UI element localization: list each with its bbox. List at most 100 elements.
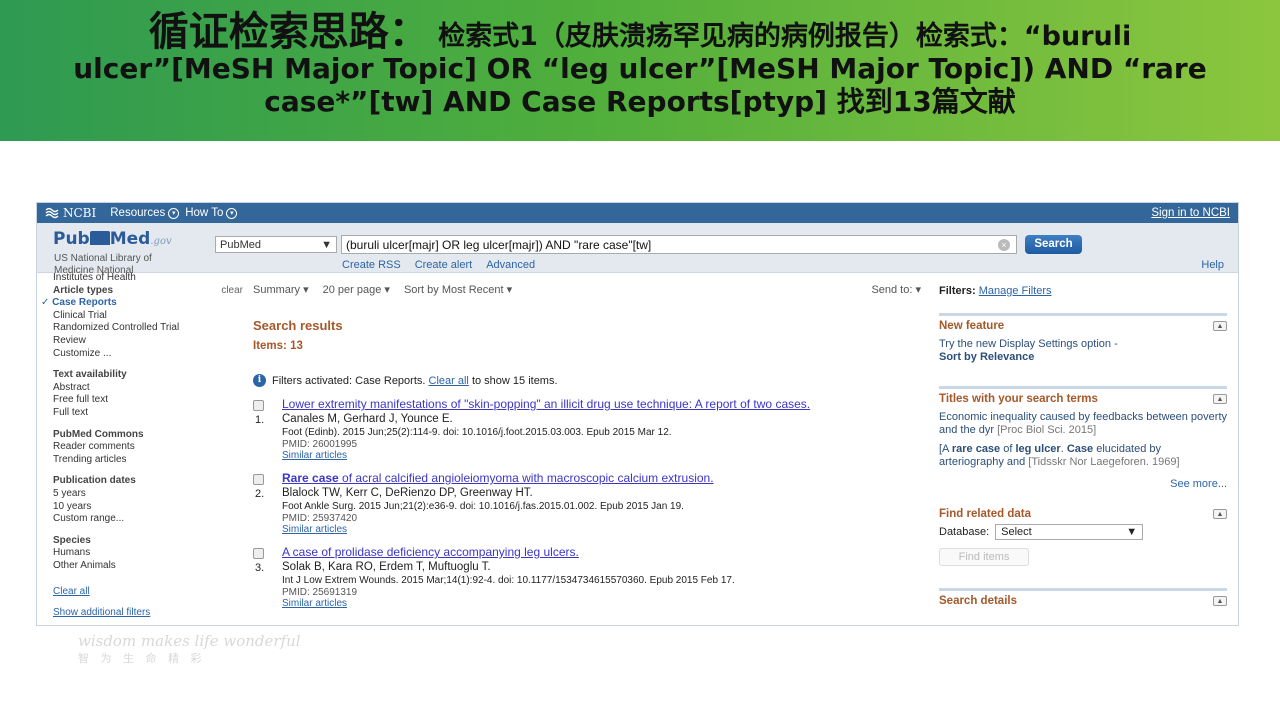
send-to-menu[interactable]: Send to: ▾	[871, 283, 921, 296]
manage-filters-link[interactable]: Manage Filters	[979, 285, 1052, 297]
search-query-text: (buruli ulcer[majr] OR leg ulcer[majr]) …	[346, 238, 652, 252]
database-select-value: PubMed	[220, 238, 261, 251]
create-rss-link[interactable]: Create RSS	[342, 259, 401, 271]
result-citation: Int J Low Extrem Wounds. 2015 Mar;14(1):…	[282, 575, 735, 586]
database-row: Database: Select ▼	[939, 524, 1227, 540]
find-related-portlet: Find related data ▲ Database: Select ▼ Fi…	[939, 504, 1227, 566]
clear-all-link[interactable]: Clear all	[429, 375, 469, 387]
result-item: 2. Rare case of acral calcified angiolei…	[253, 471, 921, 535]
related-title-text: [A	[939, 443, 952, 455]
result-number: 1.	[255, 414, 265, 426]
result-citation: Foot Ankle Surg. 2015 Jun;21(2):e36-9. d…	[282, 501, 684, 512]
ncbi-logo[interactable]: NCBI	[45, 206, 96, 220]
advanced-link[interactable]: Advanced	[486, 259, 535, 271]
slide-header: 循证检索思路： 检索式1（皮肤溃疡罕见病的病例报告）检索式：“buruli ul…	[0, 0, 1280, 141]
filter-item[interactable]: Custom range...	[53, 513, 243, 526]
slide-title: 循证检索思路：	[148, 9, 429, 55]
sign-in-link[interactable]: Sign in to NCBI	[1151, 207, 1230, 219]
create-alert-link[interactable]: Create alert	[415, 259, 472, 271]
filter-group-title: Publication dates	[53, 475, 136, 487]
chevron-down-icon: ▾	[226, 207, 238, 219]
database-label: Database:	[939, 526, 990, 538]
help-link[interactable]: Help	[1201, 259, 1224, 271]
collapse-icon[interactable]: ▲	[1213, 509, 1227, 519]
search-input[interactable]: (buruli ulcer[majr] OR leg ulcer[majr]) …	[341, 235, 1017, 254]
result-checkbox[interactable]	[253, 548, 264, 559]
database-dropdown[interactable]: Select ▼	[995, 524, 1144, 540]
pubmed-logo[interactable]: Pub Med.gov	[53, 229, 172, 249]
slide-title-rest: 检索式1（皮肤溃疡罕见病的病例报告）检索式：“buruli	[428, 21, 1132, 52]
new-feature-text: Try the new Display Settings option - So…	[939, 338, 1227, 364]
results-toolbar: Summary ▾ 20 per page ▾ Sort by Most Rec…	[253, 283, 921, 296]
related-title-link[interactable]: [A rare case of leg ulcer. Case elucidat…	[939, 443, 1227, 469]
similar-articles-link[interactable]: Similar articles	[282, 450, 921, 461]
filter-item[interactable]: Full text	[53, 407, 243, 420]
per-page-label: 20 per page	[322, 284, 382, 296]
filter-item[interactable]: Other Animals	[53, 560, 243, 573]
related-title-highlight: rare case	[951, 443, 1001, 455]
checkmark-icon: ✓	[41, 297, 53, 309]
filter-group-title: PubMed Commons	[53, 428, 144, 440]
result-title-link[interactable]: Lower extremity manifestations of "skin-…	[282, 397, 921, 411]
filter-item[interactable]: Review	[53, 335, 243, 348]
howto-menu[interactable]: How To ▾	[185, 207, 238, 219]
search-button[interactable]: Search	[1025, 235, 1082, 254]
clear-all-filters-link[interactable]: Clear all	[53, 586, 243, 599]
see-more-link[interactable]: See more...	[939, 478, 1227, 490]
ncbi-logo-text: NCBI	[63, 206, 97, 220]
result-pmid: PMID: 25691319	[282, 587, 358, 598]
filters-manage-row: Filters: Manage Filters	[939, 285, 1227, 297]
related-title-highlight: Case	[1066, 443, 1094, 455]
filter-item[interactable]: Humans	[53, 547, 243, 560]
result-checkbox[interactable]	[253, 400, 264, 411]
related-title-link[interactable]: Economic inequality caused by feedbacks …	[939, 411, 1227, 437]
portlet-title: Titles with your search terms	[939, 393, 1098, 405]
filter-group-title: Text availability	[53, 369, 127, 381]
similar-articles-link[interactable]: Similar articles	[282, 598, 921, 609]
result-item: 3. A case of prolidase deficiency accomp…	[253, 545, 921, 609]
result-title-link[interactable]: A case of prolidase deficiency accompany…	[282, 545, 921, 559]
filters-label: Filters:	[939, 285, 976, 297]
resources-menu[interactable]: Resources ▾	[110, 207, 180, 219]
filter-group-publication-dates: Publication dates 5 years 10 years Custo…	[53, 475, 243, 525]
result-number: 2.	[255, 488, 265, 500]
filter-group-text-availability: Text availability Abstract Free full tex…	[53, 369, 243, 419]
send-to-label: Send to:	[871, 284, 913, 296]
result-title-link[interactable]: Rare case of acral calcified angioleiomy…	[282, 471, 921, 485]
per-page-menu[interactable]: 20 per page ▾	[323, 283, 390, 296]
filter-item[interactable]: 10 years	[53, 501, 243, 514]
filter-item[interactable]: Trending articles	[53, 454, 243, 467]
result-title-rest: of acral calcified angioleiomyoma with m…	[338, 471, 714, 485]
summary-menu[interactable]: Summary ▾	[253, 283, 309, 296]
collapse-icon[interactable]: ▲	[1213, 321, 1227, 331]
result-pmid: PMID: 25937420	[282, 513, 358, 524]
filter-item[interactable]: Customize ...	[53, 348, 243, 361]
new-feature-desc: Try the new Display Settings option -	[939, 338, 1118, 350]
result-checkbox[interactable]	[253, 474, 264, 485]
filter-item[interactable]: Free full text	[53, 394, 243, 407]
clear-search-icon[interactable]: ×	[998, 239, 1010, 251]
filter-item[interactable]: Abstract	[53, 382, 243, 395]
titles-portlet: Titles with your search terms ▲ Economic…	[939, 386, 1227, 490]
similar-articles-link[interactable]: Similar articles	[282, 524, 921, 535]
right-sidebar: Filters: Manage Filters New feature ▲ Tr…	[939, 285, 1227, 607]
dropdown-arrow-icon: ▼	[1126, 526, 1138, 538]
filters-activated-text: Filters activated: Case Reports.	[272, 374, 426, 387]
result-authors: Solak B, Kara RO, Erdem T, Muftuoglu T.	[282, 561, 491, 573]
sort-by-relevance-link[interactable]: Sort by Relevance	[939, 351, 1034, 363]
database-select[interactable]: PubMed ▼	[215, 236, 337, 253]
chevron-down-icon: ▾	[168, 207, 180, 219]
sort-menu[interactable]: Sort by Most Recent ▾	[404, 283, 512, 296]
filter-item[interactable]: Reader comments	[53, 441, 243, 454]
filter-item[interactable]: Clinical Trial	[53, 310, 243, 323]
find-items-button[interactable]: Find items	[939, 548, 1029, 566]
collapse-icon[interactable]: ▲	[1213, 394, 1227, 404]
watermark-cn: 智 为 生 命 精 彩	[78, 652, 206, 665]
show-additional-filters-link[interactable]: Show additional filters	[53, 607, 243, 620]
result-citation: Foot (Edinb). 2015 Jun;25(2):114-9. doi:…	[282, 427, 672, 438]
filter-case-reports[interactable]: ✓ Case Reports	[41, 297, 243, 310]
filter-item[interactable]: 5 years	[53, 488, 243, 501]
clear-filter-link[interactable]: clear	[221, 285, 243, 298]
filter-item[interactable]: Randomized Controlled Trial	[53, 322, 243, 335]
collapse-icon[interactable]: ▲	[1213, 596, 1227, 606]
